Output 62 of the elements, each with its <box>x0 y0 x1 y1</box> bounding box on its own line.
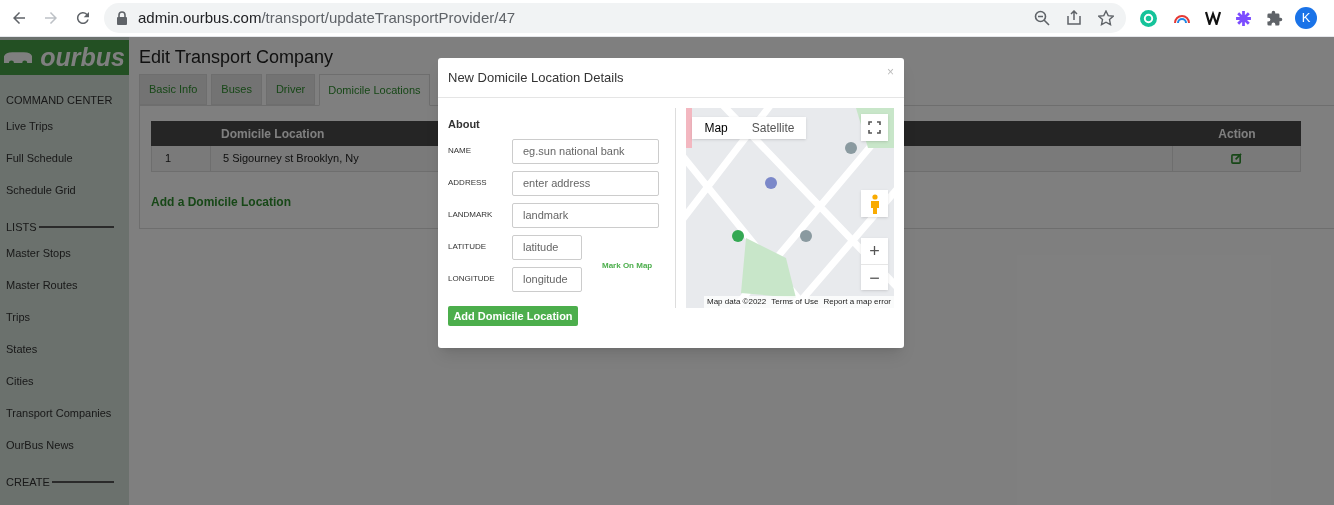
rainbow-extension-icon[interactable] <box>1173 12 1191 24</box>
logo-banner[interactable]: ourbus <box>0 40 129 75</box>
modal-title: New Domicile Location Details <box>448 68 624 87</box>
input-field[interactable]: latitude <box>512 234 582 260</box>
reload-icon[interactable] <box>74 9 92 27</box>
zoom-out-icon[interactable] <box>1034 10 1050 26</box>
sidebar-item[interactable]: Transport Companies <box>0 397 129 429</box>
map-footer-text[interactable]: Map data ©2022 <box>707 298 767 306</box>
input-field[interactable]: landmark <box>512 202 659 228</box>
section-heading: CREATE <box>6 474 50 490</box>
fullscreen-icon <box>868 121 881 134</box>
sidebar-item[interactable]: Full Schedule <box>0 142 129 174</box>
field-label: LATITUDE <box>448 241 488 253</box>
add-location-button[interactable]: Add Domicile Location <box>448 306 578 326</box>
page-title: Edit Transport Company <box>139 46 335 66</box>
section-heading: About <box>448 117 481 132</box>
edit-icon[interactable] <box>1231 153 1242 164</box>
section-heading: LISTS <box>6 219 37 235</box>
mark-on-map-link[interactable]: Mark On Map <box>602 259 653 272</box>
asterisk-extension-icon[interactable] <box>1235 9 1252 27</box>
fullscreen-button[interactable] <box>861 114 888 141</box>
address-bar[interactable]: admin.ourbus.com/transport/updateTransportProvider/47 <box>104 3 1126 33</box>
tab[interactable]: Domicile Locations <box>319 74 430 106</box>
field-label: LONGITUDE <box>448 273 496 285</box>
sidebar-item[interactable]: Trips <box>0 301 129 333</box>
url-text: admin.ourbus.com/transport/updateTransportProvider/47 <box>138 7 516 28</box>
map-footer-text[interactable]: Report a map error <box>823 298 891 306</box>
zoom-in-button[interactable]: + <box>861 238 888 264</box>
zoom-out-button[interactable]: − <box>861 264 888 290</box>
input-field[interactable]: longitude <box>512 266 582 292</box>
star-icon[interactable] <box>1098 10 1114 26</box>
sidebar-item[interactable]: Master Stops <box>0 237 129 269</box>
field-label: NAME <box>448 145 473 157</box>
share-icon[interactable] <box>1066 10 1082 26</box>
field-label: LANDMARK <box>448 209 494 221</box>
field-label: ADDRESS <box>448 177 488 189</box>
input-field[interactable]: eg.sun national bank <box>512 138 659 164</box>
tab[interactable]: Basic Info <box>139 74 208 105</box>
table-cell: 1 <box>152 146 211 171</box>
tab[interactable]: Buses <box>211 74 262 105</box>
map-view-tab[interactable]: Satellite <box>739 117 807 139</box>
column-header: Domicile Location <box>221 126 325 141</box>
section-heading: COMMAND CENTER <box>6 92 113 108</box>
logo-text: ourbus <box>40 45 125 70</box>
sidebar-item[interactable]: Cities <box>0 365 129 397</box>
tab[interactable]: Driver <box>265 74 316 105</box>
person-icon <box>869 193 880 214</box>
profile-avatar[interactable]: K <box>1295 7 1317 29</box>
bus-icon <box>4 49 33 66</box>
lock-icon <box>116 11 128 25</box>
close-button[interactable]: × <box>887 66 894 78</box>
sidebar-item[interactable]: Live Trips <box>0 110 129 142</box>
puzzle-icon[interactable] <box>1266 9 1283 27</box>
map-view-tab[interactable]: Map <box>692 117 740 139</box>
w-extension-icon[interactable] <box>1205 11 1221 25</box>
input-field[interactable]: enter address <box>512 170 659 196</box>
sidebar-item[interactable]: OurBus News <box>0 429 129 461</box>
sidebar-item[interactable]: Master Routes <box>0 269 129 301</box>
sidebar-item[interactable]: States <box>0 333 129 365</box>
column-header: Action <box>1218 125 1256 143</box>
map-footer-text[interactable]: Terms of Use <box>771 298 819 306</box>
sidebar-item[interactable]: Schedule Grid <box>0 174 129 206</box>
